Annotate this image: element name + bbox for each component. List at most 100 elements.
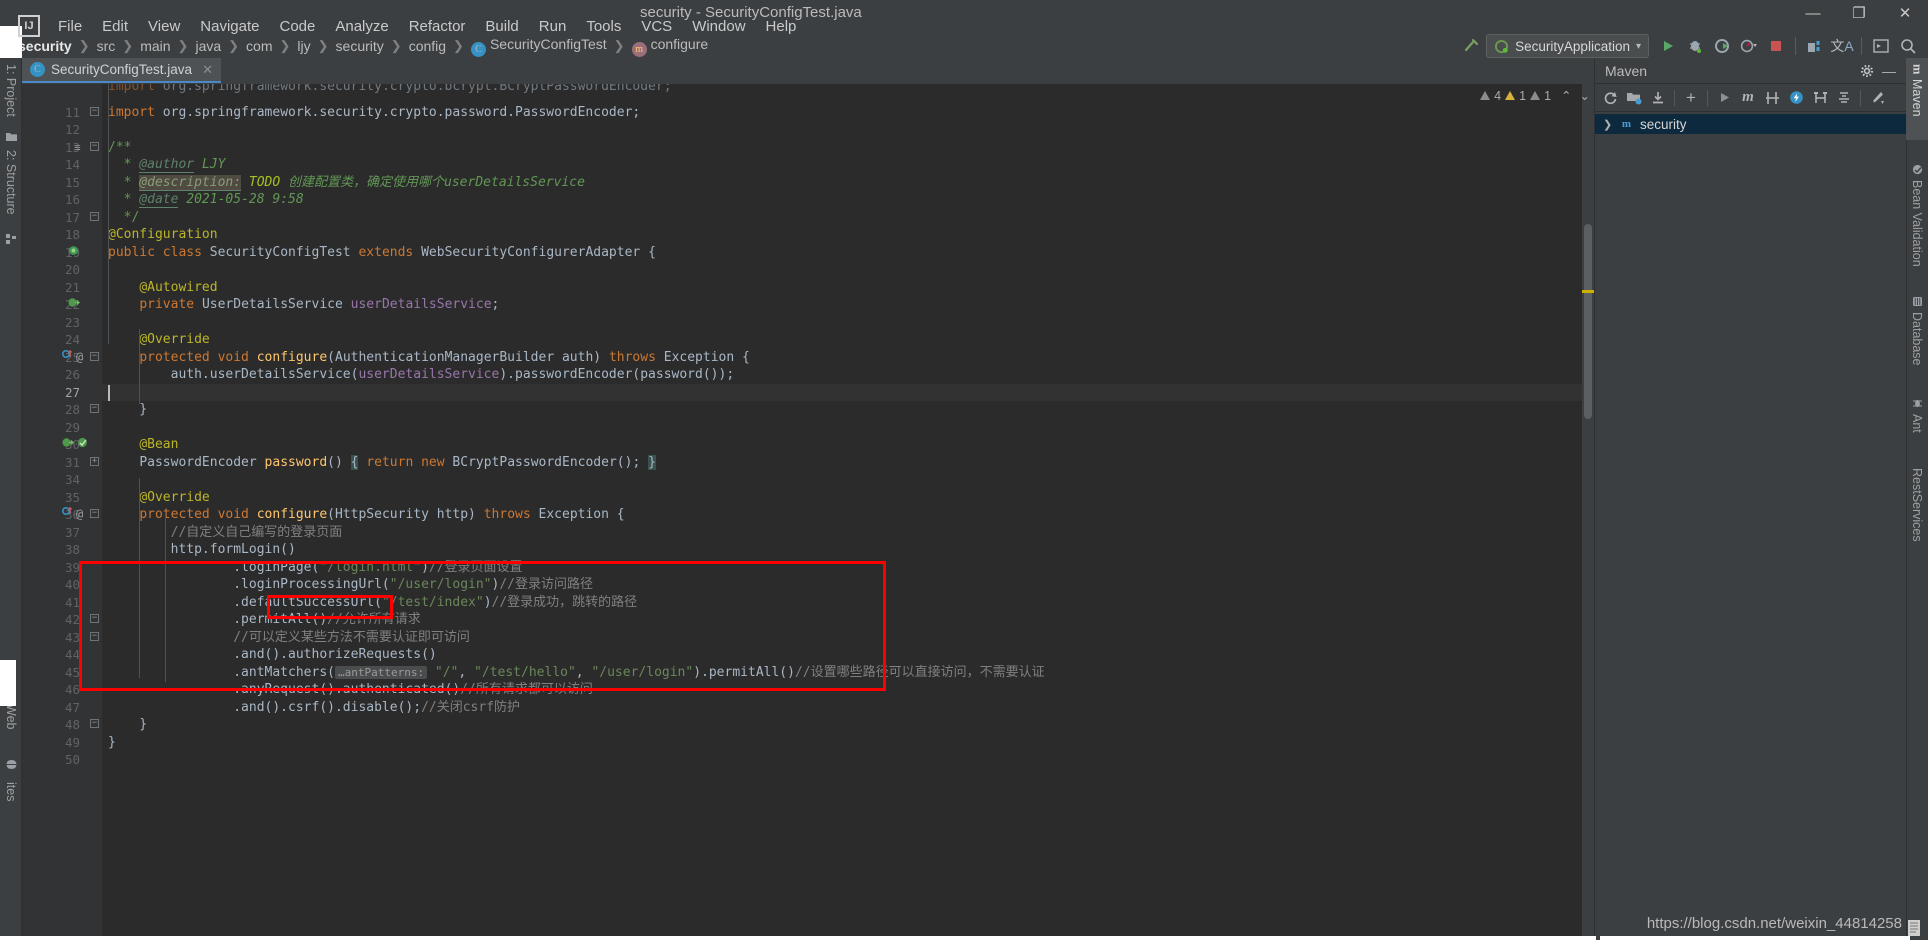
code-line[interactable]: @Autowired — [102, 279, 1594, 297]
code-line[interactable]: .and().authorizeRequests() — [102, 646, 1594, 664]
menu-analyze[interactable]: Analyze — [325, 14, 398, 39]
toggle-skip-tests-icon[interactable] — [1761, 87, 1783, 109]
add-icon[interactable]: + — [1680, 87, 1702, 109]
sidebar-item-restservices[interactable]: RestServices — [1906, 462, 1928, 548]
code-line[interactable] — [102, 261, 1594, 279]
code-line[interactable]: /** — [102, 139, 1594, 157]
code-line[interactable]: protected void configure(HttpSecurity ht… — [102, 506, 1594, 524]
code-line[interactable]: //自定义自己编写的登录页面 — [102, 524, 1594, 542]
code-line[interactable]: import org.springframework.security.cryp… — [102, 104, 1594, 122]
inspections-widget[interactable]: 4 1 1 ⌃ ⌄ — [1480, 88, 1590, 103]
code-line[interactable] — [102, 384, 1594, 402]
code-line[interactable]: auth.userDetailsService(userDetailsServi… — [102, 366, 1594, 384]
code-fold-toggle[interactable]: + — [90, 456, 99, 466]
code-line[interactable]: protected void configure(AuthenticationM… — [102, 349, 1594, 367]
close-icon[interactable]: ✕ — [202, 62, 213, 78]
sidebar-item-maven[interactable]: m Maven — [1906, 58, 1928, 140]
code-line[interactable]: public class SecurityConfigTest extends … — [102, 244, 1594, 262]
reload-icon[interactable] — [1599, 87, 1621, 109]
sidebar-item-bean-validation[interactable]: Bean Validation — [1906, 158, 1928, 273]
code-line[interactable]: .defaultSuccessUrl("/test/index")//登录成功，… — [102, 594, 1594, 612]
prev-highlight-icon[interactable]: ⌃ — [1555, 88, 1571, 103]
menu-tools[interactable]: Tools — [576, 14, 631, 39]
toggle-offline-icon[interactable] — [1785, 87, 1807, 109]
code-fold-toggle[interactable]: − — [90, 351, 99, 361]
sidebar-item-structure[interactable]: 2: Structure — [0, 144, 22, 221]
gutter-icon[interactable]: @ — [76, 506, 83, 524]
menu-help[interactable]: Help — [756, 14, 807, 39]
menu-view[interactable]: View — [138, 14, 190, 39]
gear-icon[interactable] — [1856, 60, 1878, 82]
code-line[interactable]: .antMatchers(…antPatterns: "/", "/test/h… — [102, 664, 1594, 682]
menu-file[interactable]: File — [48, 14, 92, 39]
maven-tree-row-security[interactable]: ❯ m security — [1595, 114, 1906, 134]
code-fold-toggle[interactable]: − — [90, 141, 99, 151]
sidebar-item-project[interactable]: 1: Project — [0, 58, 22, 123]
code-line[interactable]: .loginPage("/login.html")//登录页面设置 — [102, 559, 1594, 577]
menu-run[interactable]: Run — [529, 14, 577, 39]
code-line[interactable]: */ — [102, 209, 1594, 227]
code-line[interactable]: } — [102, 734, 1594, 752]
menu-build[interactable]: Build — [475, 14, 528, 39]
code-line[interactable]: private UserDetailsService userDetailsSe… — [102, 296, 1594, 314]
menu-navigate[interactable]: Navigate — [190, 14, 269, 39]
editor-scrollbar[interactable] — [1582, 84, 1594, 940]
gutter-icon[interactable] — [61, 506, 73, 524]
code-line[interactable]: .permitAll()//允许所有请求 — [102, 611, 1594, 629]
maven-tool-window[interactable]: Maven — + m ❯ m security — [1594, 58, 1906, 940]
next-highlight-icon[interactable]: ⌄ — [1576, 88, 1590, 103]
code-fold-toggle[interactable]: − — [90, 631, 99, 641]
code-line[interactable]: .loginProcessingUrl("/user/login")//登录访问… — [102, 576, 1594, 594]
execute-maven-goal-icon[interactable]: m — [1737, 87, 1759, 109]
maven-settings-icon[interactable] — [1866, 87, 1888, 109]
hide-window-icon[interactable]: — — [1878, 60, 1900, 82]
menu-edit[interactable]: Edit — [92, 14, 138, 39]
code-line[interactable] — [102, 471, 1594, 489]
code-line[interactable]: * @date 2021-05-28 9:58 — [102, 191, 1594, 209]
code-line[interactable]: http.formLogin() — [102, 541, 1594, 559]
code-line[interactable]: import org.springframework.security.cryp… — [102, 84, 1594, 96]
sidebar-item-favorites[interactable]: ites — [0, 776, 22, 807]
code-line[interactable]: .anyRequest().authenticated()//所有请求都可以访问 — [102, 681, 1594, 699]
javadoc-render-toggle[interactable]: ≡ — [74, 139, 81, 157]
menu-refactor[interactable]: Refactor — [399, 14, 476, 39]
code-fold-toggle[interactable]: − — [90, 509, 99, 518]
code-fold-toggle[interactable]: − — [90, 404, 99, 413]
code-fold-toggle[interactable]: − — [90, 211, 99, 221]
code-line[interactable]: * @description: TODO 创建配置类，确定使用哪个userDet… — [102, 174, 1594, 192]
chevron-right-icon[interactable]: ❯ — [1603, 118, 1613, 131]
code-line[interactable] — [102, 121, 1594, 139]
scrollbar-thumb[interactable] — [1584, 224, 1592, 419]
code-fold-toggle[interactable]: − — [90, 614, 99, 623]
code-fold-toggle[interactable]: − — [90, 719, 99, 728]
code-line[interactable]: @Bean — [102, 436, 1594, 454]
code-line[interactable]: PasswordEncoder password() { return new … — [102, 454, 1594, 472]
code-line[interactable]: } — [102, 401, 1594, 419]
warning-stripe[interactable] — [1582, 290, 1594, 293]
gutter-icon[interactable] — [68, 296, 80, 314]
add-maven-project-icon[interactable] — [1623, 87, 1645, 109]
code-line[interactable]: @Configuration — [102, 226, 1594, 244]
menu-code[interactable]: Code — [269, 14, 325, 39]
gutter-icon[interactable] — [77, 436, 88, 454]
menu-vcs[interactable]: VCS — [631, 14, 682, 39]
code-line[interactable]: } — [102, 716, 1594, 734]
editor-tab[interactable]: C SecurityConfigTest.java ✕ — [22, 58, 221, 83]
code-line[interactable]: .and().csrf().disable();//关闭csrf防护 — [102, 699, 1594, 717]
download-sources-icon[interactable] — [1647, 87, 1669, 109]
code-line[interactable]: //可以定义某些方法不需要认证即可访问 — [102, 629, 1594, 647]
sidebar-item-ant[interactable]: Ant — [1906, 392, 1928, 439]
code-line[interactable] — [102, 751, 1594, 769]
editor-text-area[interactable]: import org.springframework.security.cryp… — [102, 84, 1594, 940]
gutter-icon[interactable] — [61, 349, 73, 367]
code-fold-toggle[interactable]: − — [90, 106, 99, 116]
sidebar-item-database[interactable]: Database — [1906, 290, 1928, 372]
collapse-all-icon[interactable] — [1833, 87, 1855, 109]
code-line[interactable] — [102, 314, 1594, 332]
maven-project-tree[interactable]: ❯ m security — [1595, 112, 1906, 134]
code-line[interactable]: @Override — [102, 331, 1594, 349]
code-line[interactable]: * @author LJY — [102, 156, 1594, 174]
gutter-icon[interactable] — [68, 244, 79, 262]
gutter-icon[interactable] — [62, 436, 74, 454]
menu-window[interactable]: Window — [682, 14, 755, 39]
